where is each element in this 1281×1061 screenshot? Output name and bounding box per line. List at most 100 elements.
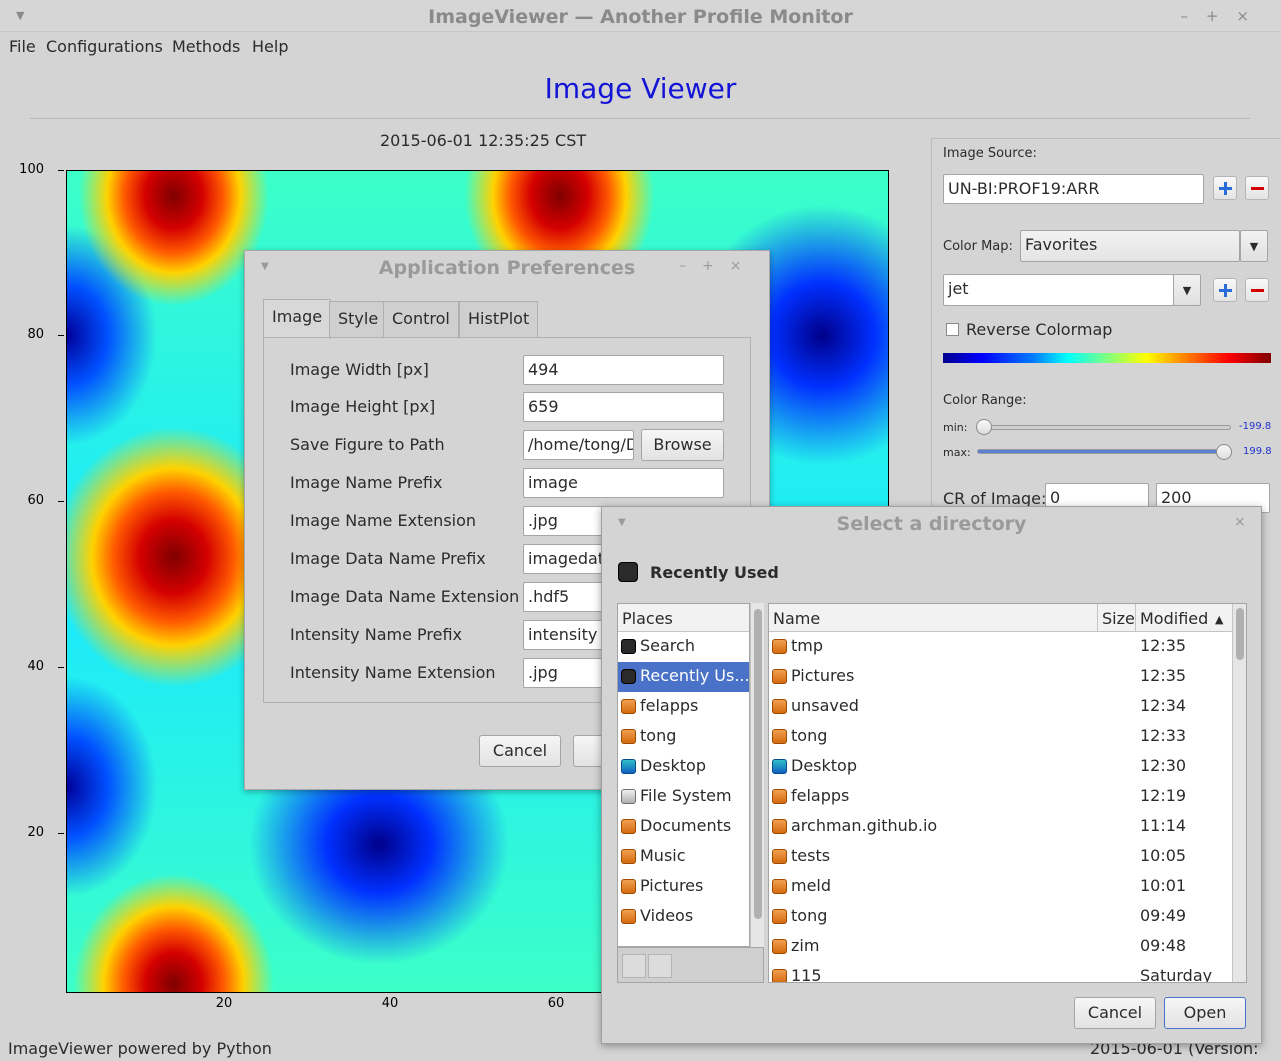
color-range-label: Color Range: [943, 393, 1027, 408]
max-slider-handle[interactable] [1216, 444, 1232, 460]
heading-divider [30, 118, 1250, 119]
cancel-button[interactable]: Cancel [1074, 997, 1156, 1029]
add-source-button[interactable] [1213, 176, 1237, 200]
tab-histplot[interactable]: HistPlot [459, 301, 539, 337]
y-tick-label: 20 [4, 825, 64, 840]
remove-colormap-button[interactable] [1245, 278, 1269, 302]
column-divider [1135, 604, 1136, 632]
close-icon[interactable]: × [1234, 514, 1262, 530]
cancel-button[interactable]: Cancel [479, 735, 561, 767]
min-slider-handle[interactable] [976, 419, 992, 435]
folder-icon [621, 819, 636, 834]
folder-icon [621, 879, 636, 894]
place-recently-used[interactable]: Recently Us... [618, 662, 749, 692]
chevron-down-icon[interactable]: ▼ [1173, 274, 1201, 306]
min-slider-track[interactable] [977, 425, 1231, 430]
file-row[interactable]: zim 09:48 [769, 932, 1246, 962]
place-search[interactable]: Search [618, 632, 749, 662]
folder-icon [621, 909, 636, 924]
filesystem-icon [621, 789, 636, 804]
window-controls: –+× [1180, 7, 1267, 25]
file-name: Pictures [791, 666, 855, 685]
column-size[interactable]: Size [1102, 609, 1135, 628]
remove-bookmark-button[interactable] [648, 954, 672, 978]
image-name-prefix-label: Image Name Prefix [290, 473, 443, 492]
places-header[interactable]: Places [618, 604, 749, 632]
scroll-thumb[interactable] [754, 609, 762, 919]
chevron-down-icon[interactable]: ▼ [1240, 230, 1268, 262]
place-pictures[interactable]: Pictures [618, 872, 749, 902]
file-row[interactable]: tong 09:49 [769, 902, 1246, 932]
place-label: Search [640, 636, 695, 655]
maximize-icon[interactable]: + [1206, 7, 1237, 25]
folder-icon [772, 969, 787, 982]
colormap-select[interactable]: jet [943, 274, 1174, 306]
open-button[interactable]: Open [1164, 997, 1246, 1029]
file-row[interactable]: tmp 12:35 [769, 632, 1246, 662]
colormap-group-select[interactable]: Favorites [1020, 230, 1240, 262]
place-label: Documents [640, 816, 732, 835]
min-label: min: [943, 421, 968, 434]
file-name: tmp [791, 636, 824, 655]
file-row[interactable]: meld 10:01 [769, 872, 1246, 902]
file-row[interactable]: tests 10:05 [769, 842, 1246, 872]
minimize-icon[interactable]: – [1180, 7, 1206, 25]
file-modified: 11:14 [1140, 816, 1187, 835]
tab-image[interactable]: Image [263, 299, 332, 339]
menu-file[interactable]: File [9, 37, 36, 56]
menu-configurations[interactable]: Configurations [46, 37, 163, 56]
place-tong[interactable]: tong [618, 722, 749, 752]
reverse-colormap-checkbox[interactable] [946, 323, 959, 336]
file-row[interactable]: unsaved 12:34 [769, 692, 1246, 722]
menu-methods[interactable]: Methods [172, 37, 240, 56]
x-tick-label: 20 [215, 996, 233, 1011]
place-documents[interactable]: Documents [618, 812, 749, 842]
remove-source-button[interactable] [1245, 176, 1269, 200]
image-height-input[interactable]: 659 [523, 392, 724, 422]
place-filesystem[interactable]: File System [618, 782, 749, 812]
file-row[interactable]: felapps 12:19 [769, 782, 1246, 812]
min-value: -199.8 [1239, 421, 1272, 432]
close-icon[interactable]: × [1236, 7, 1267, 25]
file-row[interactable]: tong 12:33 [769, 722, 1246, 752]
tab-control[interactable]: Control [383, 301, 459, 337]
image-width-input[interactable]: 494 [523, 355, 724, 385]
save-path-input[interactable]: /home/tong/D [523, 430, 634, 460]
dialog-controls: –+× [679, 258, 757, 274]
file-list-scrollbar[interactable] [1232, 604, 1246, 982]
folder-icon [772, 849, 787, 864]
minimize-icon[interactable]: – [679, 258, 702, 274]
place-felapps[interactable]: felapps [618, 692, 749, 722]
scroll-thumb[interactable] [1236, 608, 1244, 660]
image-name-prefix-input[interactable]: image [523, 468, 724, 498]
file-modified: Saturday [1140, 966, 1213, 983]
maximize-icon[interactable]: + [702, 258, 730, 274]
place-desktop[interactable]: Desktop [618, 752, 749, 782]
app-heading: Image Viewer [544, 72, 737, 105]
image-source-input[interactable]: UN-BI:PROF19:ARR [943, 174, 1204, 204]
add-colormap-button[interactable] [1213, 278, 1237, 302]
tab-style[interactable]: Style [329, 301, 388, 337]
file-row[interactable]: archman.github.io 11:14 [769, 812, 1246, 842]
add-bookmark-button[interactable] [622, 954, 646, 978]
desktop-icon [772, 759, 787, 774]
places-scrollbar[interactable] [750, 603, 764, 947]
file-name: tong [791, 906, 828, 925]
file-row[interactable]: Desktop 12:30 [769, 752, 1246, 782]
browse-button[interactable]: Browse [641, 429, 724, 461]
max-slider-track[interactable] [977, 449, 1231, 454]
file-modified: 10:05 [1140, 846, 1187, 865]
menu-help[interactable]: Help [252, 37, 288, 56]
close-icon[interactable]: × [730, 258, 758, 274]
file-name: unsaved [791, 696, 859, 715]
folder-icon [772, 699, 787, 714]
column-modified[interactable]: Modified [1140, 609, 1208, 628]
folder-icon [621, 849, 636, 864]
place-videos[interactable]: Videos [618, 902, 749, 932]
y-tick-label: 60 [4, 493, 64, 508]
place-music[interactable]: Music [618, 842, 749, 872]
folder-icon [621, 699, 636, 714]
file-row[interactable]: Pictures 12:35 [769, 662, 1246, 692]
file-row[interactable]: 115 Saturday [769, 962, 1246, 983]
column-name[interactable]: Name [773, 609, 820, 628]
